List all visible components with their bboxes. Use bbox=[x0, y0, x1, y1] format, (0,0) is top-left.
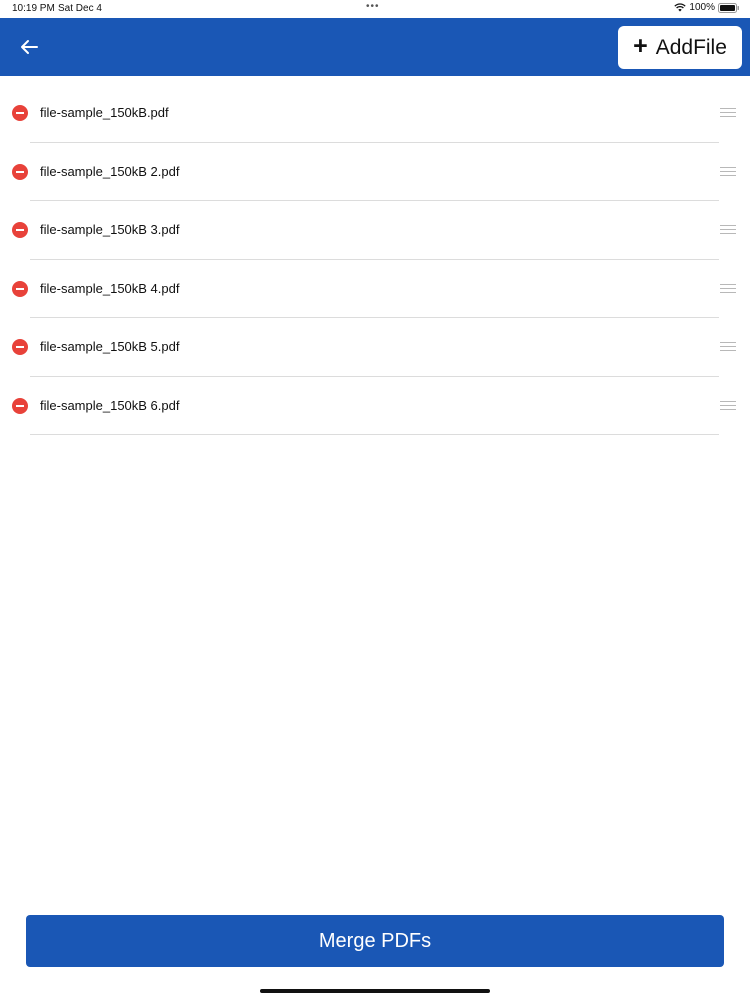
back-button[interactable] bbox=[14, 34, 44, 60]
divider bbox=[30, 434, 719, 435]
add-file-label: AddFile bbox=[655, 35, 727, 59]
drag-handle-icon[interactable] bbox=[720, 400, 736, 411]
drag-handle-icon[interactable] bbox=[720, 225, 736, 235]
file-name: file-sample_150kB.pdf bbox=[40, 105, 169, 120]
list-item[interactable]: file-sample_150kB 3.pdf bbox=[0, 201, 750, 260]
add-file-button[interactable]: + AddFile bbox=[618, 26, 742, 69]
remove-file-icon[interactable] bbox=[12, 397, 28, 414]
remove-file-icon[interactable] bbox=[12, 163, 28, 180]
status-time: 10:19 PM bbox=[12, 3, 55, 14]
remove-file-icon[interactable] bbox=[12, 105, 28, 121]
battery-icon bbox=[718, 2, 740, 13]
file-name: file-sample_150kB 2.pdf bbox=[40, 163, 180, 179]
file-name: file-sample_150kB 4.pdf bbox=[40, 280, 180, 296]
remove-file-icon[interactable] bbox=[12, 339, 28, 355]
list-item[interactable]: file-sample_150kB 4.pdf bbox=[0, 260, 750, 318]
drag-handle-icon[interactable] bbox=[720, 166, 736, 177]
drag-handle-icon[interactable] bbox=[720, 283, 736, 294]
file-name: file-sample_150kB 5.pdf bbox=[40, 339, 180, 354]
remove-file-icon[interactable] bbox=[12, 280, 28, 297]
drag-handle-icon[interactable] bbox=[720, 108, 736, 118]
wifi-icon bbox=[674, 3, 687, 12]
arrow-left-icon bbox=[21, 40, 38, 54]
list-item[interactable]: file-sample_150kB.pdf bbox=[0, 84, 750, 143]
status-bar: 10:19 PM Sat Dec 4 ••• 100% bbox=[0, 0, 750, 18]
file-name: file-sample_150kB 6.pdf bbox=[40, 397, 180, 413]
home-indicator[interactable] bbox=[260, 989, 490, 993]
plus-icon: + bbox=[633, 32, 648, 60]
list-item[interactable]: file-sample_150kB 5.pdf bbox=[0, 318, 750, 377]
app-header: + AddFile bbox=[0, 18, 750, 76]
file-name: file-sample_150kB 3.pdf bbox=[40, 222, 180, 237]
status-indicators: 100% bbox=[674, 2, 740, 13]
multitasking-dots-icon[interactable]: ••• bbox=[366, 1, 380, 12]
list-item[interactable]: file-sample_150kB 6.pdf bbox=[0, 377, 750, 435]
merge-pdfs-button[interactable]: Merge PDFs bbox=[26, 915, 724, 967]
list-item[interactable]: file-sample_150kB 2.pdf bbox=[0, 143, 750, 201]
status-date: Sat Dec 4 bbox=[58, 3, 102, 14]
battery-percentage: 100% bbox=[689, 2, 715, 13]
file-list: file-sample_150kB.pdf file-sample_150kB … bbox=[0, 84, 750, 435]
remove-file-icon[interactable] bbox=[12, 222, 28, 238]
drag-handle-icon[interactable] bbox=[720, 342, 736, 352]
